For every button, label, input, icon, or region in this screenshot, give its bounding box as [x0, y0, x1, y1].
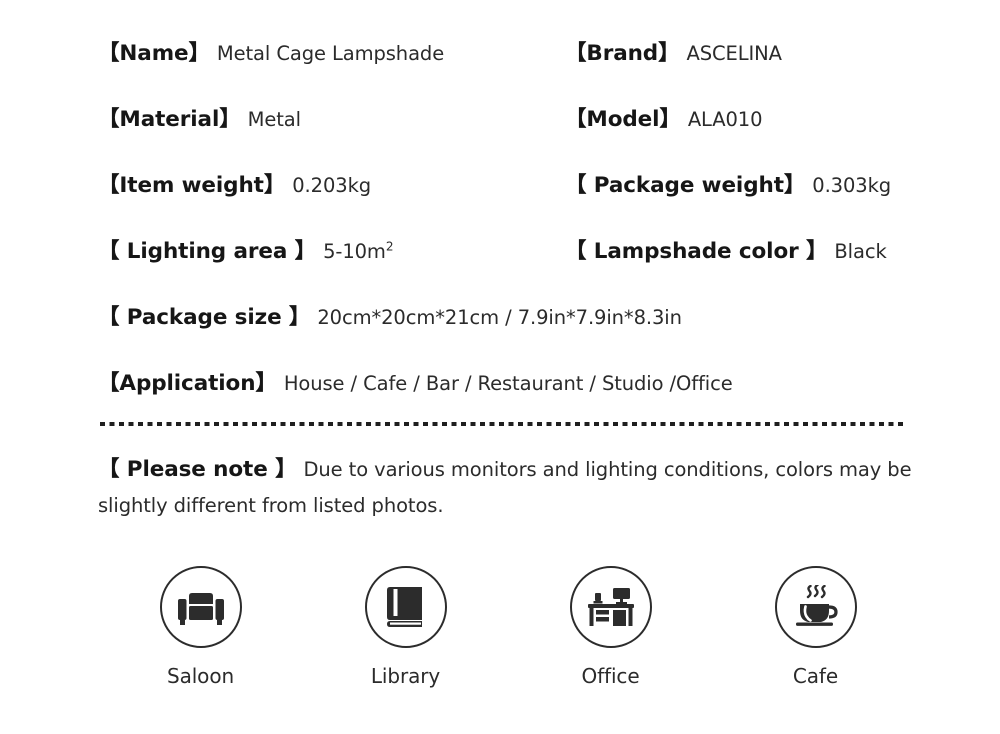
spec-row: 【Item weight】 0.203kg 【 Package weight】 …	[98, 168, 928, 234]
spec-item-material: 【Material】 Metal	[98, 102, 565, 133]
usage-label: Saloon	[166, 664, 235, 688]
spec-value: Metal	[247, 108, 301, 131]
spec-row: 【Name】 Metal Cage Lampshade 【Brand】 ASCE…	[98, 36, 928, 102]
please-note-block: 【 Please note 】 Due to various monitors a…	[98, 452, 918, 524]
spec-item-package-size: 【 Package size 】 20cm*20cm*21cm / 7.9in*…	[98, 300, 928, 331]
spec-value: Black	[834, 240, 887, 263]
dashed-divider	[100, 422, 904, 426]
spec-value: House / Cafe / Bar / Restaurant / Studio…	[283, 372, 733, 395]
usage-icon-circle	[774, 566, 857, 648]
spec-label: 【Brand】	[565, 41, 680, 66]
book-icon	[386, 585, 426, 629]
spec-row: 【Material】 Metal 【Model】 ALA010	[98, 102, 928, 168]
spec-label: 【Model】	[565, 107, 681, 132]
spec-label: 【 Package weight】	[565, 173, 806, 198]
spec-item-application: 【Application】 House / Cafe / Bar / Resta…	[98, 366, 928, 397]
usage-icon-circle	[159, 566, 242, 648]
spec-label: 【 Lampshade color 】	[565, 239, 828, 264]
spec-label: 【Application】	[98, 371, 277, 396]
usage-scenarios: Saloon Library Office Cafe	[98, 566, 918, 688]
usage-icon-circle	[364, 566, 447, 648]
spec-value: 5-10m2	[323, 240, 393, 263]
spec-item-lighting-area: 【 Lighting area 】 5-10m2	[98, 234, 565, 265]
product-spec-sheet: 【Name】 Metal Cage Lampshade 【Brand】 ASCE…	[0, 0, 1000, 734]
usage-label: Cafe	[792, 664, 839, 688]
usage-icon-circle	[569, 566, 652, 648]
spec-value: Metal Cage Lampshade	[216, 42, 445, 65]
spec-item-lampshade-color: 【 Lampshade color 】 Black	[565, 234, 928, 265]
usage-item-office: Office	[508, 566, 713, 688]
armchair-icon	[177, 587, 224, 627]
spec-table: 【Name】 Metal Cage Lampshade 【Brand】 ASCE…	[98, 36, 928, 432]
usage-item-library: Library	[303, 566, 508, 688]
spec-item-model: 【Model】 ALA010	[565, 102, 928, 133]
spec-item-name: 【Name】 Metal Cage Lampshade	[98, 36, 565, 67]
spec-value: ASCELINA	[686, 42, 783, 65]
usage-item-saloon: Saloon	[98, 566, 303, 688]
spec-value: 0.303kg	[812, 174, 892, 197]
spec-value-text: 5-10m	[323, 240, 386, 263]
coffee-cup-icon	[791, 585, 841, 629]
spec-label: 【Material】	[98, 107, 241, 132]
spec-row: 【 Lighting area 】 5-10m2 【 Lampshade col…	[98, 234, 928, 300]
spec-label: 【Item weight】	[98, 173, 286, 198]
spec-label: 【 Lighting area 】	[98, 239, 317, 264]
usage-label: Library	[370, 664, 441, 688]
spec-value-superscript: 2	[385, 239, 394, 254]
spec-row: 【 Package size 】 20cm*20cm*21cm / 7.9in*…	[98, 300, 928, 366]
spec-item-package-weight: 【 Package weight】 0.303kg	[565, 168, 928, 199]
usage-label: Office	[581, 664, 640, 688]
spec-value: ALA010	[687, 108, 763, 131]
spec-value: 0.203kg	[292, 174, 372, 197]
please-note-label: 【 Please note 】	[98, 457, 297, 482]
usage-item-cafe: Cafe	[713, 566, 918, 688]
spec-item-brand: 【Brand】 ASCELINA	[565, 36, 928, 67]
spec-value: 20cm*20cm*21cm / 7.9in*7.9in*8.3in	[317, 306, 682, 329]
spec-label: 【 Package size 】	[98, 305, 311, 330]
desk-icon	[587, 586, 635, 628]
spec-label: 【Name】	[98, 41, 210, 66]
spec-item-item-weight: 【Item weight】 0.203kg	[98, 168, 565, 199]
